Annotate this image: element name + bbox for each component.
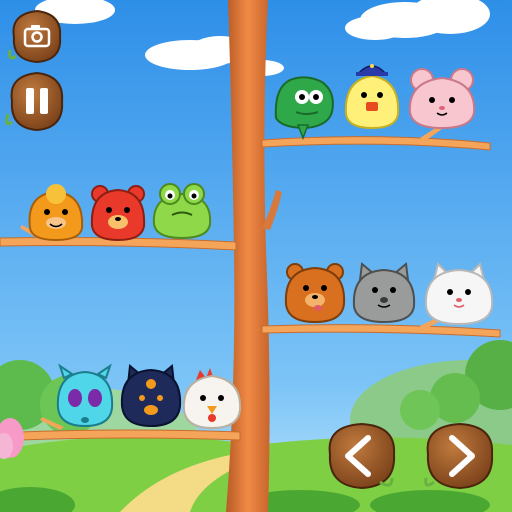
right-arrow-button[interactable] xyxy=(424,422,494,490)
left-arrow-button[interactable] xyxy=(328,422,396,490)
character-brown-bear[interactable] xyxy=(284,263,346,324)
character-cyan-bug[interactable] xyxy=(56,363,114,428)
game-scene xyxy=(0,0,512,512)
character-navy-cat[interactable] xyxy=(120,364,182,428)
character-pink-mouse[interactable] xyxy=(408,68,476,130)
character-red-bear[interactable] xyxy=(90,185,146,242)
character-gray-cat[interactable] xyxy=(352,262,416,324)
character-white-cat[interactable] xyxy=(424,262,494,326)
camera-button[interactable] xyxy=(8,9,62,64)
game-screen xyxy=(0,0,512,512)
